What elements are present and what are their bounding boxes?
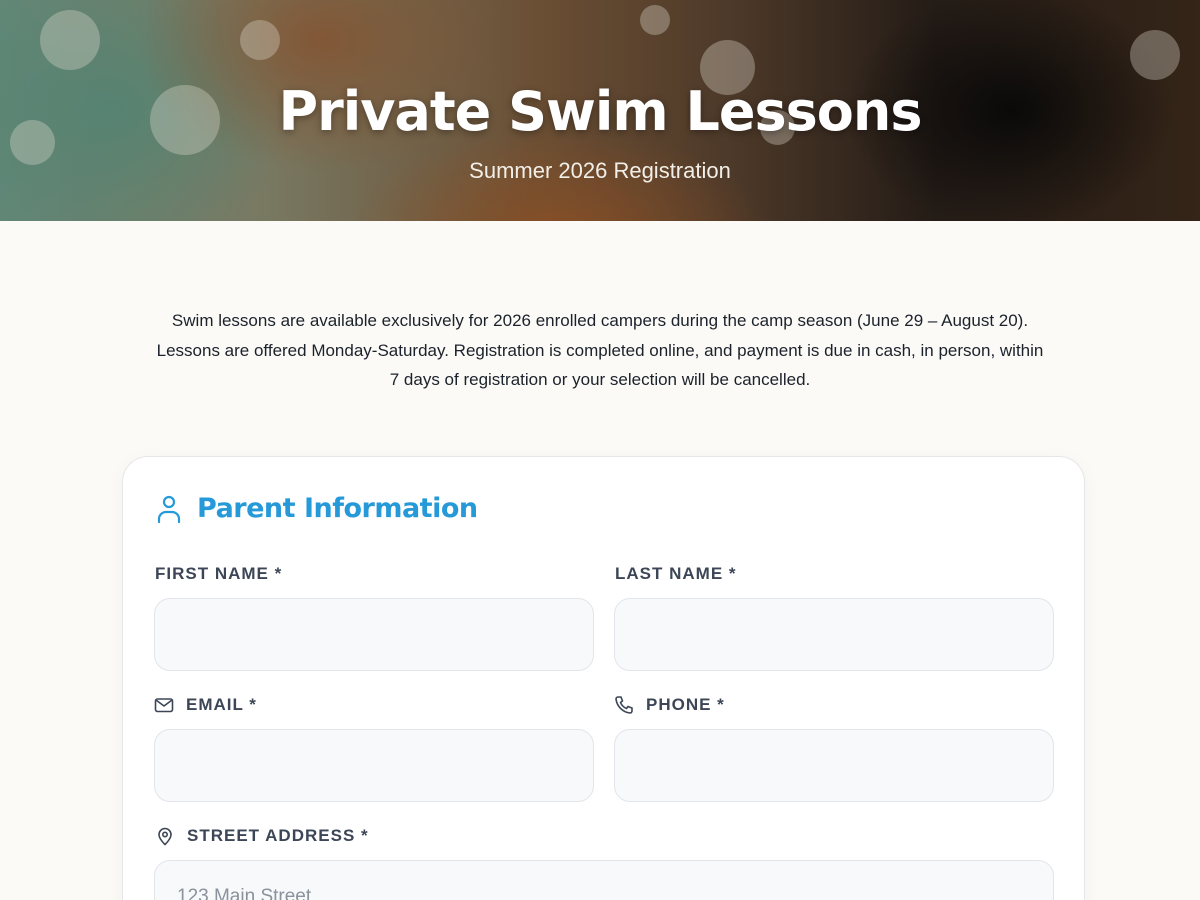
first-name-input[interactable] — [154, 598, 594, 671]
page-subtitle: Summer 2026 Registration — [469, 158, 731, 183]
street-address-label-text: STREET ADDRESS * — [187, 826, 369, 845]
phone-label: PHONE * — [614, 695, 725, 715]
page-title: Private Swim Lessons — [278, 80, 923, 143]
intro-text: Swim lessons are available exclusively f… — [156, 311, 1044, 389]
parent-information-card: Parent Information FIRST NAME * LAST NAM… — [122, 456, 1085, 900]
phone-input[interactable] — [614, 729, 1054, 802]
first-name-label-text: FIRST NAME * — [155, 564, 283, 583]
email-input[interactable] — [154, 729, 594, 802]
phone-icon — [614, 695, 634, 715]
street-address-label: STREET ADDRESS * — [155, 826, 369, 846]
last-name-label-text: LAST NAME * — [615, 564, 737, 583]
user-icon — [157, 494, 181, 524]
mail-icon — [154, 695, 174, 715]
last-name-input[interactable] — [614, 598, 1054, 671]
first-name-label: FIRST NAME * — [155, 564, 282, 584]
last-name-label: LAST NAME * — [615, 564, 737, 584]
hero-banner: Private Swim Lessons Summer 2026 Registr… — [0, 0, 1200, 221]
section-header: Parent Information — [157, 493, 478, 524]
section-title: Parent Information — [197, 493, 478, 524]
map-pin-icon — [155, 826, 175, 846]
street-address-input[interactable] — [154, 860, 1054, 900]
phone-label-text: PHONE * — [646, 695, 725, 714]
email-label: EMAIL * — [154, 695, 257, 715]
email-label-text: EMAIL * — [186, 695, 257, 714]
